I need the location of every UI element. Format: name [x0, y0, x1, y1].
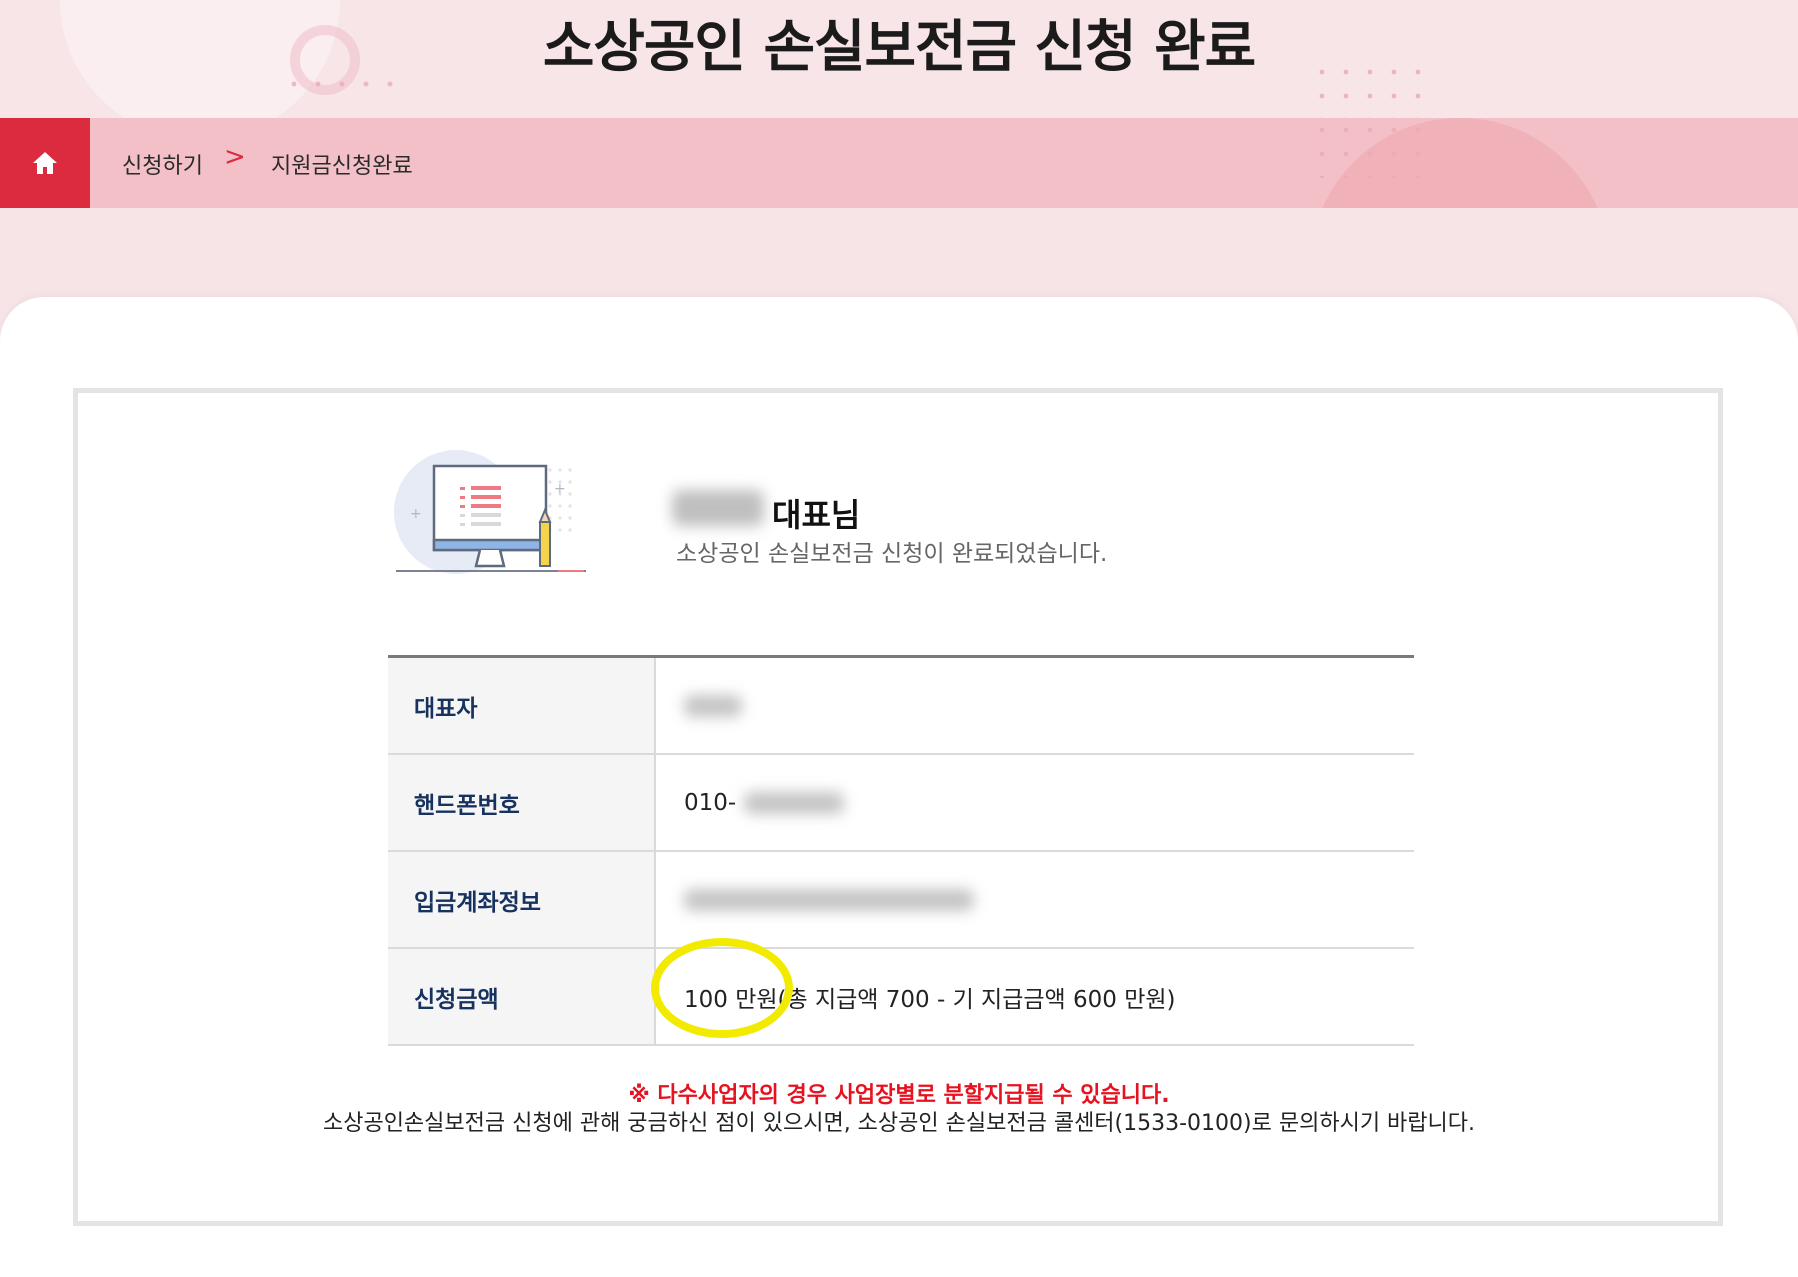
- svg-text:+: +: [554, 481, 566, 497]
- phone-value: 010-: [655, 754, 1414, 852]
- row-label: 입금계좌정보: [388, 851, 656, 949]
- page-header: 소상공인 손실보전금 신청 완료: [0, 0, 1798, 118]
- breadcrumb-item-complete[interactable]: 지원금신청완료: [271, 148, 413, 180]
- redacted-text: [743, 792, 844, 814]
- home-icon: [33, 152, 57, 174]
- table-row: 신청금액 100 만원(총 지급액 700 - 기 지급금액 600 만원): [388, 948, 1414, 1046]
- svg-text:+: +: [410, 506, 422, 522]
- amount-value: 100 만원(총 지급액 700 - 기 지급금액 600 만원): [655, 948, 1414, 1046]
- table-row: 입금계좌정보: [388, 851, 1414, 949]
- page-title: 소상공인 손실보전금 신청 완료: [542, 15, 1256, 80]
- redacted-text: [684, 695, 742, 717]
- chevron-right-icon: >: [224, 142, 246, 172]
- account-value: [655, 851, 1414, 949]
- monitor-checklist-icon: + +: [394, 450, 586, 574]
- breadcrumb-item-apply[interactable]: 신청하기: [122, 148, 203, 180]
- representative-value: [655, 656, 1414, 755]
- representative-name-redacted: [672, 490, 764, 526]
- phone-prefix: 010-: [684, 789, 737, 816]
- home-button[interactable]: [0, 118, 90, 208]
- application-info-table: 대표자 핸드폰번호 010- 입금계좌정보 신청금액 100 만원(총 지급액 …: [388, 655, 1414, 1046]
- greeting-message: 소상공인 손실보전금 신청이 완료되었습니다.: [676, 541, 1108, 567]
- greeting-title: 대표님: [772, 496, 861, 534]
- row-label: 신청금액: [388, 948, 656, 1046]
- decor-dots: [1310, 118, 1435, 178]
- row-label: 대표자: [388, 656, 656, 755]
- table-row: 핸드폰번호 010-: [388, 754, 1414, 852]
- redacted-text: [684, 889, 974, 911]
- table-row: 대표자: [388, 656, 1414, 755]
- row-label: 핸드폰번호: [388, 754, 656, 852]
- contact-notice: 소상공인손실보전금 신청에 관해 궁금하신 점이 있으시면, 소상공인 손실보전…: [322, 1111, 1476, 1136]
- breadcrumb: 신청하기 > 지원금신청완료: [0, 118, 1798, 208]
